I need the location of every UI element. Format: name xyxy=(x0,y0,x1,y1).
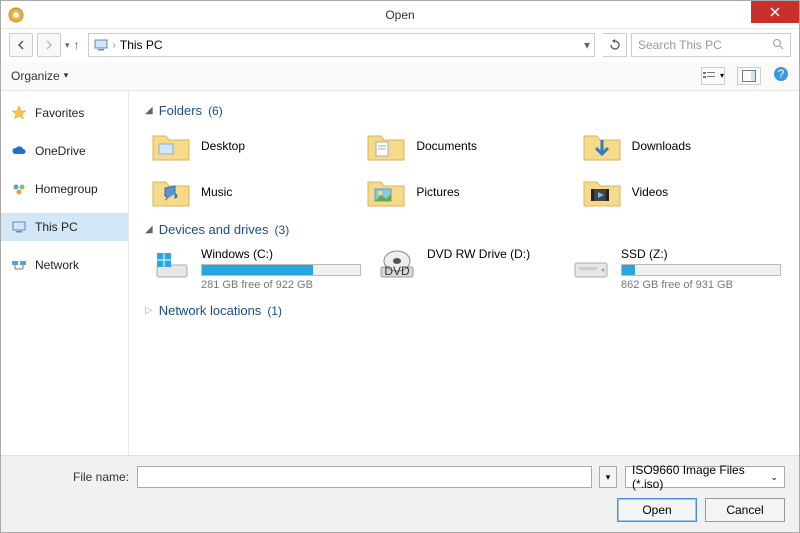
sidebar: Favorites OneDrive Homegroup This PC Net… xyxy=(1,91,129,455)
file-type-filter[interactable]: ISO9660 Image Files (*.iso) ⌄ xyxy=(625,466,785,488)
recent-dropdown[interactable]: ▾ xyxy=(65,40,70,51)
collapse-icon: ▷ xyxy=(145,305,153,316)
group-count: (3) xyxy=(275,223,290,237)
search-placeholder: Search This PC xyxy=(638,38,722,52)
expand-icon: ◢ xyxy=(145,105,153,116)
folder-desktop[interactable]: Desktop xyxy=(149,126,352,166)
drive-label: Windows (C:) xyxy=(201,247,361,261)
svg-text:DVD: DVD xyxy=(384,264,410,278)
folder-pictures[interactable]: Pictures xyxy=(364,172,567,212)
sidebar-item-onedrive[interactable]: OneDrive xyxy=(1,137,128,165)
group-title: Network locations xyxy=(159,303,262,318)
capacity-bar xyxy=(621,264,781,276)
address-dropdown-icon[interactable]: ▾ xyxy=(584,38,590,52)
address-bar[interactable]: › This PC ▾ xyxy=(88,33,595,57)
folder-label: Videos xyxy=(632,185,668,199)
hard-drive-icon xyxy=(571,247,611,283)
sidebar-item-label: Favorites xyxy=(35,106,84,120)
group-header-folders[interactable]: ◢ Folders (6) xyxy=(145,103,783,118)
group-header-drives[interactable]: ◢ Devices and drives (3) xyxy=(145,222,783,237)
folder-label: Documents xyxy=(416,139,477,153)
folder-videos[interactable]: Videos xyxy=(580,172,783,212)
forward-button[interactable] xyxy=(37,33,61,57)
sidebar-item-network[interactable]: Network xyxy=(1,251,128,279)
cancel-button[interactable]: Cancel xyxy=(705,498,785,522)
bottom-panel: File name: ▾ ISO9660 Image Files (*.iso)… xyxy=(1,455,799,532)
drive-windows-c[interactable]: Windows (C:) 281 GB free of 922 GB xyxy=(149,245,363,293)
folder-icon xyxy=(151,128,191,164)
sidebar-item-homegroup[interactable]: Homegroup xyxy=(1,175,128,203)
expand-icon: ◢ xyxy=(145,224,153,235)
star-icon xyxy=(11,105,27,121)
breadcrumb-location[interactable]: This PC xyxy=(120,38,163,52)
folder-label: Pictures xyxy=(416,185,459,199)
back-button[interactable] xyxy=(9,33,33,57)
chevron-down-icon: ⌄ xyxy=(770,472,778,483)
refresh-button[interactable] xyxy=(603,33,627,57)
help-button[interactable]: ? xyxy=(773,66,789,85)
organize-menu[interactable]: Organize ▾ xyxy=(11,69,68,83)
group-title: Devices and drives xyxy=(159,222,269,237)
filename-history-dropdown[interactable]: ▾ xyxy=(599,466,617,488)
main-pane: ◢ Folders (6) Desktop Documents Download… xyxy=(129,91,799,455)
group-count: (1) xyxy=(267,304,282,318)
homegroup-icon xyxy=(11,181,27,197)
folder-icon xyxy=(151,174,191,210)
app-icon xyxy=(7,6,25,24)
open-button[interactable]: Open xyxy=(617,498,697,522)
filename-label: File name: xyxy=(73,470,129,484)
drive-label: SSD (Z:) xyxy=(621,247,781,261)
sidebar-item-this-pc[interactable]: This PC xyxy=(1,213,128,241)
close-button[interactable] xyxy=(751,1,799,23)
folder-icon xyxy=(582,174,622,210)
hard-drive-icon xyxy=(151,247,191,283)
cloud-icon xyxy=(11,143,27,159)
preview-pane-button[interactable] xyxy=(737,67,761,85)
sidebar-item-label: Network xyxy=(35,258,79,272)
folder-label: Music xyxy=(201,185,232,199)
nav-bar: ▾ ↑ › This PC ▾ Search This PC xyxy=(1,29,799,61)
group-title: Folders xyxy=(159,103,202,118)
group-header-network[interactable]: ▷ Network locations (1) xyxy=(145,303,783,318)
drive-dvd-d[interactable]: DVD DVD RW Drive (D:) xyxy=(375,245,557,293)
up-button[interactable]: ↑ xyxy=(74,38,80,52)
window-title: Open xyxy=(385,8,414,22)
organize-label: Organize xyxy=(11,69,60,83)
group-count: (6) xyxy=(208,104,223,118)
filename-input[interactable] xyxy=(137,466,592,488)
filter-label: ISO9660 Image Files (*.iso) xyxy=(632,463,770,491)
network-icon xyxy=(11,257,27,273)
chevron-down-icon: ▾ xyxy=(64,70,69,81)
search-input[interactable]: Search This PC xyxy=(631,33,791,57)
folder-icon xyxy=(366,128,406,164)
titlebar: Open xyxy=(1,1,799,29)
drive-free-text: 281 GB free of 922 GB xyxy=(201,279,361,291)
sidebar-item-label: Homegroup xyxy=(35,182,98,196)
folder-label: Desktop xyxy=(201,139,245,153)
search-icon xyxy=(772,38,784,53)
drive-label: DVD RW Drive (D:) xyxy=(427,247,555,261)
sidebar-item-favorites[interactable]: Favorites xyxy=(1,99,128,127)
folder-documents[interactable]: Documents xyxy=(364,126,567,166)
view-options-button[interactable]: ▾ xyxy=(701,67,725,85)
folder-label: Downloads xyxy=(632,139,691,153)
folder-icon xyxy=(366,174,406,210)
button-label: Cancel xyxy=(726,503,763,517)
sidebar-item-label: OneDrive xyxy=(35,144,86,158)
capacity-bar xyxy=(201,264,361,276)
button-label: Open xyxy=(642,503,671,517)
breadcrumb-sep: › xyxy=(113,40,116,51)
this-pc-icon xyxy=(93,37,109,53)
folder-icon xyxy=(582,128,622,164)
sidebar-item-label: This PC xyxy=(35,220,78,234)
folder-music[interactable]: Music xyxy=(149,172,352,212)
dvd-drive-icon: DVD xyxy=(377,247,417,283)
drive-ssd-z[interactable]: SSD (Z:) 862 GB free of 931 GB xyxy=(569,245,783,293)
toolbar: Organize ▾ ▾ ? xyxy=(1,61,799,91)
drive-free-text: 862 GB free of 931 GB xyxy=(621,279,781,291)
computer-icon xyxy=(11,219,27,235)
svg-text:?: ? xyxy=(778,67,785,81)
folder-downloads[interactable]: Downloads xyxy=(580,126,783,166)
